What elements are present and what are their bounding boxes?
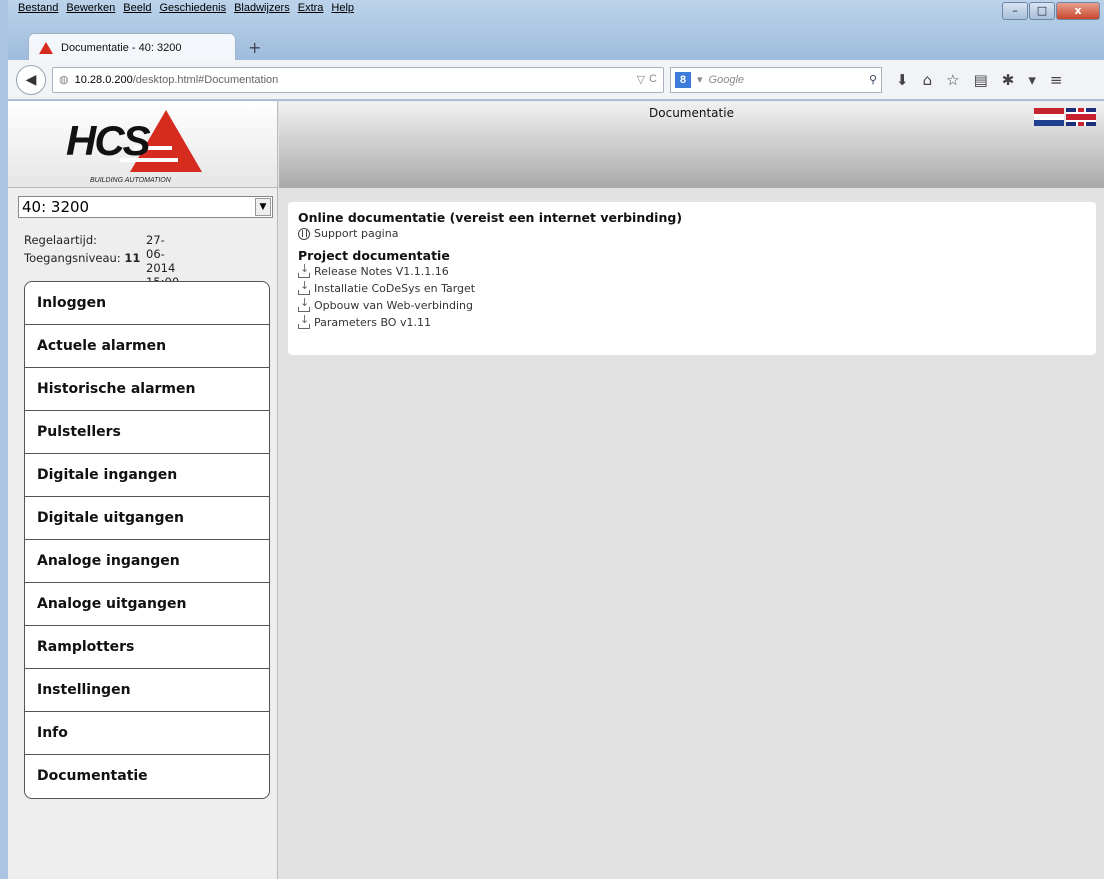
reading-list-icon[interactable]: ▤	[974, 71, 988, 89]
page: HCS BUILDING AUTOMATION 40: 3200 ▼ Regel…	[8, 101, 1104, 879]
maximize-button[interactable]: □	[1029, 2, 1055, 20]
sidebar: HCS BUILDING AUTOMATION 40: 3200 ▼ Regel…	[8, 101, 278, 879]
site-globe-icon: ◍	[59, 74, 69, 86]
menu-item-historische-alarmen[interactable]: Historische alarmen	[25, 368, 269, 411]
url-path: /desktop.html#Documentation	[132, 73, 279, 86]
support-page-link[interactable]: Support pagina	[298, 225, 1086, 242]
download-icon	[298, 279, 310, 295]
window-controls: – □ x	[1002, 2, 1100, 20]
hamburger-menu-icon[interactable]: ≡	[1050, 71, 1063, 89]
search-placeholder: Google	[708, 73, 745, 86]
google-engine-icon[interactable]: 8	[675, 71, 691, 88]
menu-item-info[interactable]: Info	[25, 712, 269, 755]
close-button[interactable]: x	[1056, 2, 1100, 20]
menubar: Bestand Bewerken Beeld Geschiedenis Blad…	[8, 0, 1104, 18]
dutch-flag-icon[interactable]	[1034, 108, 1064, 126]
bookmark-star-icon[interactable]: ☆	[946, 71, 959, 89]
minimize-button[interactable]: –	[1002, 2, 1028, 20]
menu-item-inloggen[interactable]: Inloggen	[25, 282, 269, 325]
doc-link-installatie-codesys[interactable]: Installatie CoDeSys en Target	[298, 279, 1086, 297]
support-page-label: Support pagina	[314, 227, 399, 240]
back-arrow-icon: ◀	[25, 71, 37, 88]
tab-strip: Documentatie - 40: 3200 +	[28, 33, 261, 61]
download-icon	[298, 296, 310, 312]
new-tab-button[interactable]: +	[248, 35, 261, 61]
search-engine-chevron-icon[interactable]: ▾	[697, 73, 703, 86]
menu-bewerken[interactable]: Bewerken	[66, 2, 115, 16]
controller-time-label: Regelaartijd:	[24, 233, 98, 247]
controller-time-row: Regelaartijd: 27-06-2014 15:00	[24, 233, 179, 289]
home-icon[interactable]: ⌂	[923, 71, 933, 89]
download-icon	[298, 262, 310, 278]
url-host: 10.28.0.200	[74, 73, 133, 86]
menu-help[interactable]: Help	[331, 2, 354, 16]
doc-link-opbouw-web-verbinding[interactable]: Opbouw van Web-verbinding	[298, 296, 1086, 314]
menu-item-analoge-ingangen[interactable]: Analoge ingangen	[25, 540, 269, 583]
chevron-down-icon[interactable]: ▼	[255, 198, 271, 216]
controller-select[interactable]: 40: 3200 ▼	[18, 196, 273, 218]
globe-icon	[298, 227, 310, 240]
language-flags	[1034, 108, 1096, 126]
logo: HCS BUILDING AUTOMATION	[8, 101, 277, 188]
online-docs-heading: Online documentatie (vereist een interne…	[298, 210, 683, 225]
menu-bladwijzers[interactable]: Bladwijzers	[234, 2, 290, 16]
project-docs-heading: Project documentatie	[298, 248, 450, 263]
menu-item-documentatie[interactable]: Documentatie	[25, 755, 269, 798]
controller-selected: 40: 3200	[22, 198, 90, 216]
menu-item-instellingen[interactable]: Instellingen	[25, 669, 269, 712]
menu-extra[interactable]: Extra	[298, 2, 324, 16]
menu-bestand[interactable]: Bestand	[18, 2, 58, 16]
access-level-label: Toegangsniveau:	[24, 251, 121, 265]
search-icon[interactable]: ⚲	[869, 73, 877, 86]
download-icon[interactable]: ⬇	[896, 71, 909, 89]
reload-icon[interactable]: C	[649, 73, 657, 86]
hcs-favicon-icon	[39, 41, 53, 54]
menu-item-pulstellers[interactable]: Pulstellers	[25, 411, 269, 454]
menu-geschiedenis[interactable]: Geschiedenis	[159, 2, 226, 16]
doc-link-parameters-bo[interactable]: Parameters BO v1.11	[298, 313, 1086, 331]
menu-item-analoge-uitgangen[interactable]: Analoge uitgangen	[25, 583, 269, 626]
tab-documentatie[interactable]: Documentatie - 40: 3200	[28, 33, 236, 61]
documentation-panel: Online documentatie (vereist een interne…	[288, 202, 1096, 355]
logo-text: HCS	[66, 117, 151, 164]
logo-subtitle: BUILDING AUTOMATION	[90, 177, 171, 184]
dropdown-history-icon[interactable]: ▽	[637, 73, 645, 86]
tab-title: Documentatie - 40: 3200	[61, 41, 182, 54]
download-icon	[298, 313, 310, 329]
menu-beeld[interactable]: Beeld	[123, 2, 151, 16]
addon-dropdown-icon[interactable]: ▾	[1028, 71, 1036, 89]
doc-link-release-notes[interactable]: Release Notes V1.1.1.16	[298, 262, 1086, 280]
menu-item-ramplotters[interactable]: Ramplotters	[25, 626, 269, 669]
url-bar[interactable]: ◍ 10.28.0.200/desktop.html#Documentation…	[52, 66, 664, 93]
menu-item-digitale-uitgangen[interactable]: Digitale uitgangen	[25, 497, 269, 540]
doc-link-label: Parameters BO v1.11	[314, 316, 431, 329]
menu-item-digitale-ingangen[interactable]: Digitale ingangen	[25, 454, 269, 497]
page-header: Documentatie	[279, 101, 1104, 188]
navigation-bar: ◀ ◍ 10.28.0.200/desktop.html#Documentati…	[8, 60, 1104, 100]
access-level-row: Toegangsniveau: 11	[24, 251, 140, 265]
doc-link-label: Release Notes V1.1.1.16	[314, 265, 449, 278]
doc-link-label: Installatie CoDeSys en Target	[314, 282, 476, 295]
search-bar[interactable]: 8 ▾ Google ⚲	[670, 66, 882, 93]
addon-icon[interactable]: ✱	[1002, 71, 1015, 89]
back-button[interactable]: ◀	[16, 64, 46, 95]
page-title: Documentatie	[649, 106, 734, 120]
doc-link-label: Opbouw van Web-verbinding	[314, 299, 473, 312]
side-menu: Inloggen Actuele alarmen Historische ala…	[24, 281, 270, 799]
toolbar-icons: ⬇ ⌂ ☆ ▤ ✱ ▾ ≡	[896, 71, 1062, 89]
uk-flag-icon[interactable]	[1066, 108, 1096, 126]
access-level-value: 11	[124, 251, 141, 265]
menu-item-actuele-alarmen[interactable]: Actuele alarmen	[25, 325, 269, 368]
